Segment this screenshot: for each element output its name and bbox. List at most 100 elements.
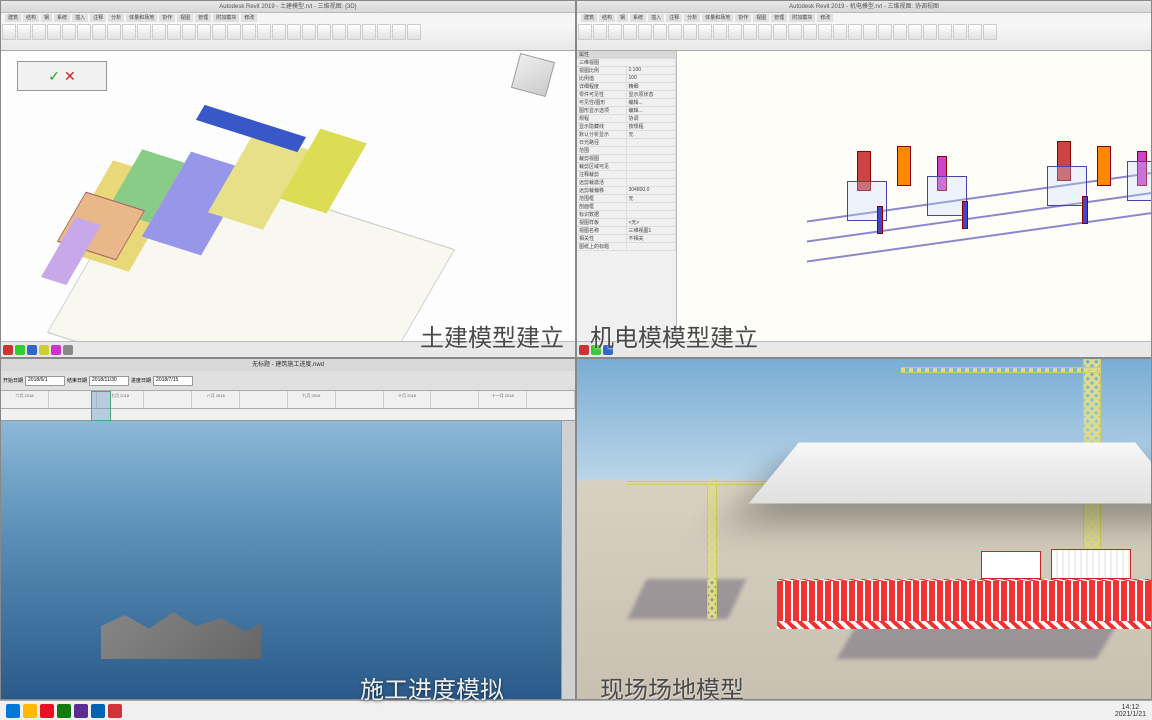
ribbon-button[interactable]: [152, 24, 166, 40]
ribbon-button[interactable]: [578, 24, 592, 40]
ribbon-button[interactable]: [302, 24, 316, 40]
ribbon-button[interactable]: [347, 24, 361, 40]
ribbon-button[interactable]: [803, 24, 817, 40]
app-icon[interactable]: [74, 704, 88, 718]
system-clock[interactable]: 14:12 2021/1/21: [1115, 704, 1146, 718]
props-row[interactable]: 远剪裁偏移304800.0: [577, 187, 676, 195]
ribbon-button[interactable]: [893, 24, 907, 40]
ribbon-button[interactable]: [788, 24, 802, 40]
ribbon-tab[interactable]: 结构: [599, 14, 615, 22]
props-row[interactable]: 标识数据: [577, 211, 676, 219]
ribbon-button[interactable]: [938, 24, 952, 40]
app-icon[interactable]: [57, 704, 71, 718]
mep-model[interactable]: [807, 111, 1152, 311]
ribbon-button[interactable]: [257, 24, 271, 40]
ribbon-button[interactable]: [713, 24, 727, 40]
ribbon-button[interactable]: [212, 24, 226, 40]
ribbon-button[interactable]: [818, 24, 832, 40]
ribbon-button[interactable]: [878, 24, 892, 40]
ribbon-button[interactable]: [848, 24, 862, 40]
props-row[interactable]: 范围框无: [577, 195, 676, 203]
ribbon-button[interactable]: [197, 24, 211, 40]
props-row[interactable]: 图纸上的标题: [577, 243, 676, 251]
props-row[interactable]: 可见性/图形编辑...: [577, 99, 676, 107]
sb-icon[interactable]: [51, 345, 61, 355]
ribbon-tab[interactable]: 系统: [54, 14, 70, 22]
ribbon-tab[interactable]: 插入: [648, 14, 664, 22]
ribbon-tab[interactable]: 修改: [817, 14, 833, 22]
app-icon[interactable]: [91, 704, 105, 718]
props-row[interactable]: 范围: [577, 147, 676, 155]
ribbon-button[interactable]: [668, 24, 682, 40]
ribbon-button[interactable]: [182, 24, 196, 40]
timeline[interactable]: 六月 2018七月 2018八月 2018九月 2018十月 2018十一月 2…: [1, 391, 575, 421]
progress-date-input[interactable]: 2018/7/15: [153, 376, 193, 386]
start-date-input[interactable]: 2018/6/1: [25, 376, 65, 386]
ribbon-button[interactable]: [362, 24, 376, 40]
ribbon-tab[interactable]: 结构: [23, 14, 39, 22]
ribbon-button[interactable]: [743, 24, 757, 40]
ribbon-button[interactable]: [638, 24, 652, 40]
ribbon-button[interactable]: [47, 24, 61, 40]
ribbon-tab[interactable]: 附加模块: [789, 14, 815, 22]
ribbon-button[interactable]: [593, 24, 607, 40]
ribbon-button[interactable]: [242, 24, 256, 40]
ribbon-button[interactable]: [77, 24, 91, 40]
ribbon-button[interactable]: [272, 24, 286, 40]
props-row[interactable]: 相关性不相关: [577, 235, 676, 243]
ribbon-button[interactable]: [407, 24, 421, 40]
ribbon-button[interactable]: [287, 24, 301, 40]
props-row[interactable]: 剖面框: [577, 203, 676, 211]
ribbon-button[interactable]: [653, 24, 667, 40]
ribbon-tab[interactable]: 管理: [195, 14, 211, 22]
ribbon-button[interactable]: [17, 24, 31, 40]
ribbon-button[interactable]: [137, 24, 151, 40]
props-row[interactable]: 默认分析显示无: [577, 131, 676, 139]
ribbon-tabs-tr[interactable]: 建筑结构钢系统插入注释分析体量和场地协作视图管理附加模块修改: [577, 13, 1151, 23]
props-row[interactable]: 裁剪区域可见: [577, 163, 676, 171]
sb-icon[interactable]: [3, 345, 13, 355]
properties-palette[interactable]: 属性 三维视图 视图比例1:100比例值100详细程度精细零件可见性显示原状态可…: [577, 51, 677, 341]
ribbon-tab[interactable]: 管理: [771, 14, 787, 22]
ribbon-tab[interactable]: 分析: [684, 14, 700, 22]
viewport-3d[interactable]: [1, 51, 575, 341]
ribbon-button[interactable]: [698, 24, 712, 40]
props-row[interactable]: 远剪裁激活: [577, 179, 676, 187]
title-bar[interactable]: Autodesk Revit 2019 - 土建模型.rvt - 三维视图: {…: [1, 1, 575, 13]
timeline-marker[interactable]: [91, 391, 111, 421]
nav-title[interactable]: 无标题 - 建筑施工进度.nwd: [1, 359, 575, 371]
ribbon-button[interactable]: [167, 24, 181, 40]
ribbon-button[interactable]: [332, 24, 346, 40]
ribbon-tab[interactable]: 协作: [159, 14, 175, 22]
ribbon-tab[interactable]: 建筑: [581, 14, 597, 22]
ribbon-button[interactable]: [863, 24, 877, 40]
ok-icon[interactable]: ✓: [48, 68, 60, 85]
sb-icon[interactable]: [27, 345, 37, 355]
props-row[interactable]: 裁剪视图: [577, 155, 676, 163]
props-row[interactable]: 日光路径: [577, 139, 676, 147]
ribbon-button[interactable]: [833, 24, 847, 40]
props-row[interactable]: 视图名称三维视图1: [577, 227, 676, 235]
app-icon[interactable]: [40, 704, 54, 718]
ribbon-button[interactable]: [908, 24, 922, 40]
ribbon-tab[interactable]: 视图: [753, 14, 769, 22]
ribbon-button[interactable]: [773, 24, 787, 40]
ribbon-button[interactable]: [377, 24, 391, 40]
site-model-panel[interactable]: [576, 358, 1152, 700]
ribbon-tab[interactable]: 附加模块: [213, 14, 239, 22]
sb-icon[interactable]: [579, 345, 589, 355]
building-model[interactable]: [11, 61, 561, 341]
props-row[interactable]: 详细程度精细: [577, 83, 676, 91]
ribbon-button[interactable]: [728, 24, 742, 40]
title-bar[interactable]: Autodesk Revit 2019 - 机电模型.rvt - 三维视图: 协…: [577, 1, 1151, 13]
ribbon-button[interactable]: [983, 24, 997, 40]
explorer-icon[interactable]: [23, 704, 37, 718]
props-row[interactable]: 注释裁剪: [577, 171, 676, 179]
end-date-input[interactable]: 2018/11/30: [89, 376, 129, 386]
ribbon-button[interactable]: [923, 24, 937, 40]
ribbon-tab[interactable]: 协作: [735, 14, 751, 22]
ribbon-button[interactable]: [227, 24, 241, 40]
sb-icon[interactable]: [63, 345, 73, 355]
ribbon-button[interactable]: [623, 24, 637, 40]
app-icon[interactable]: [108, 704, 122, 718]
